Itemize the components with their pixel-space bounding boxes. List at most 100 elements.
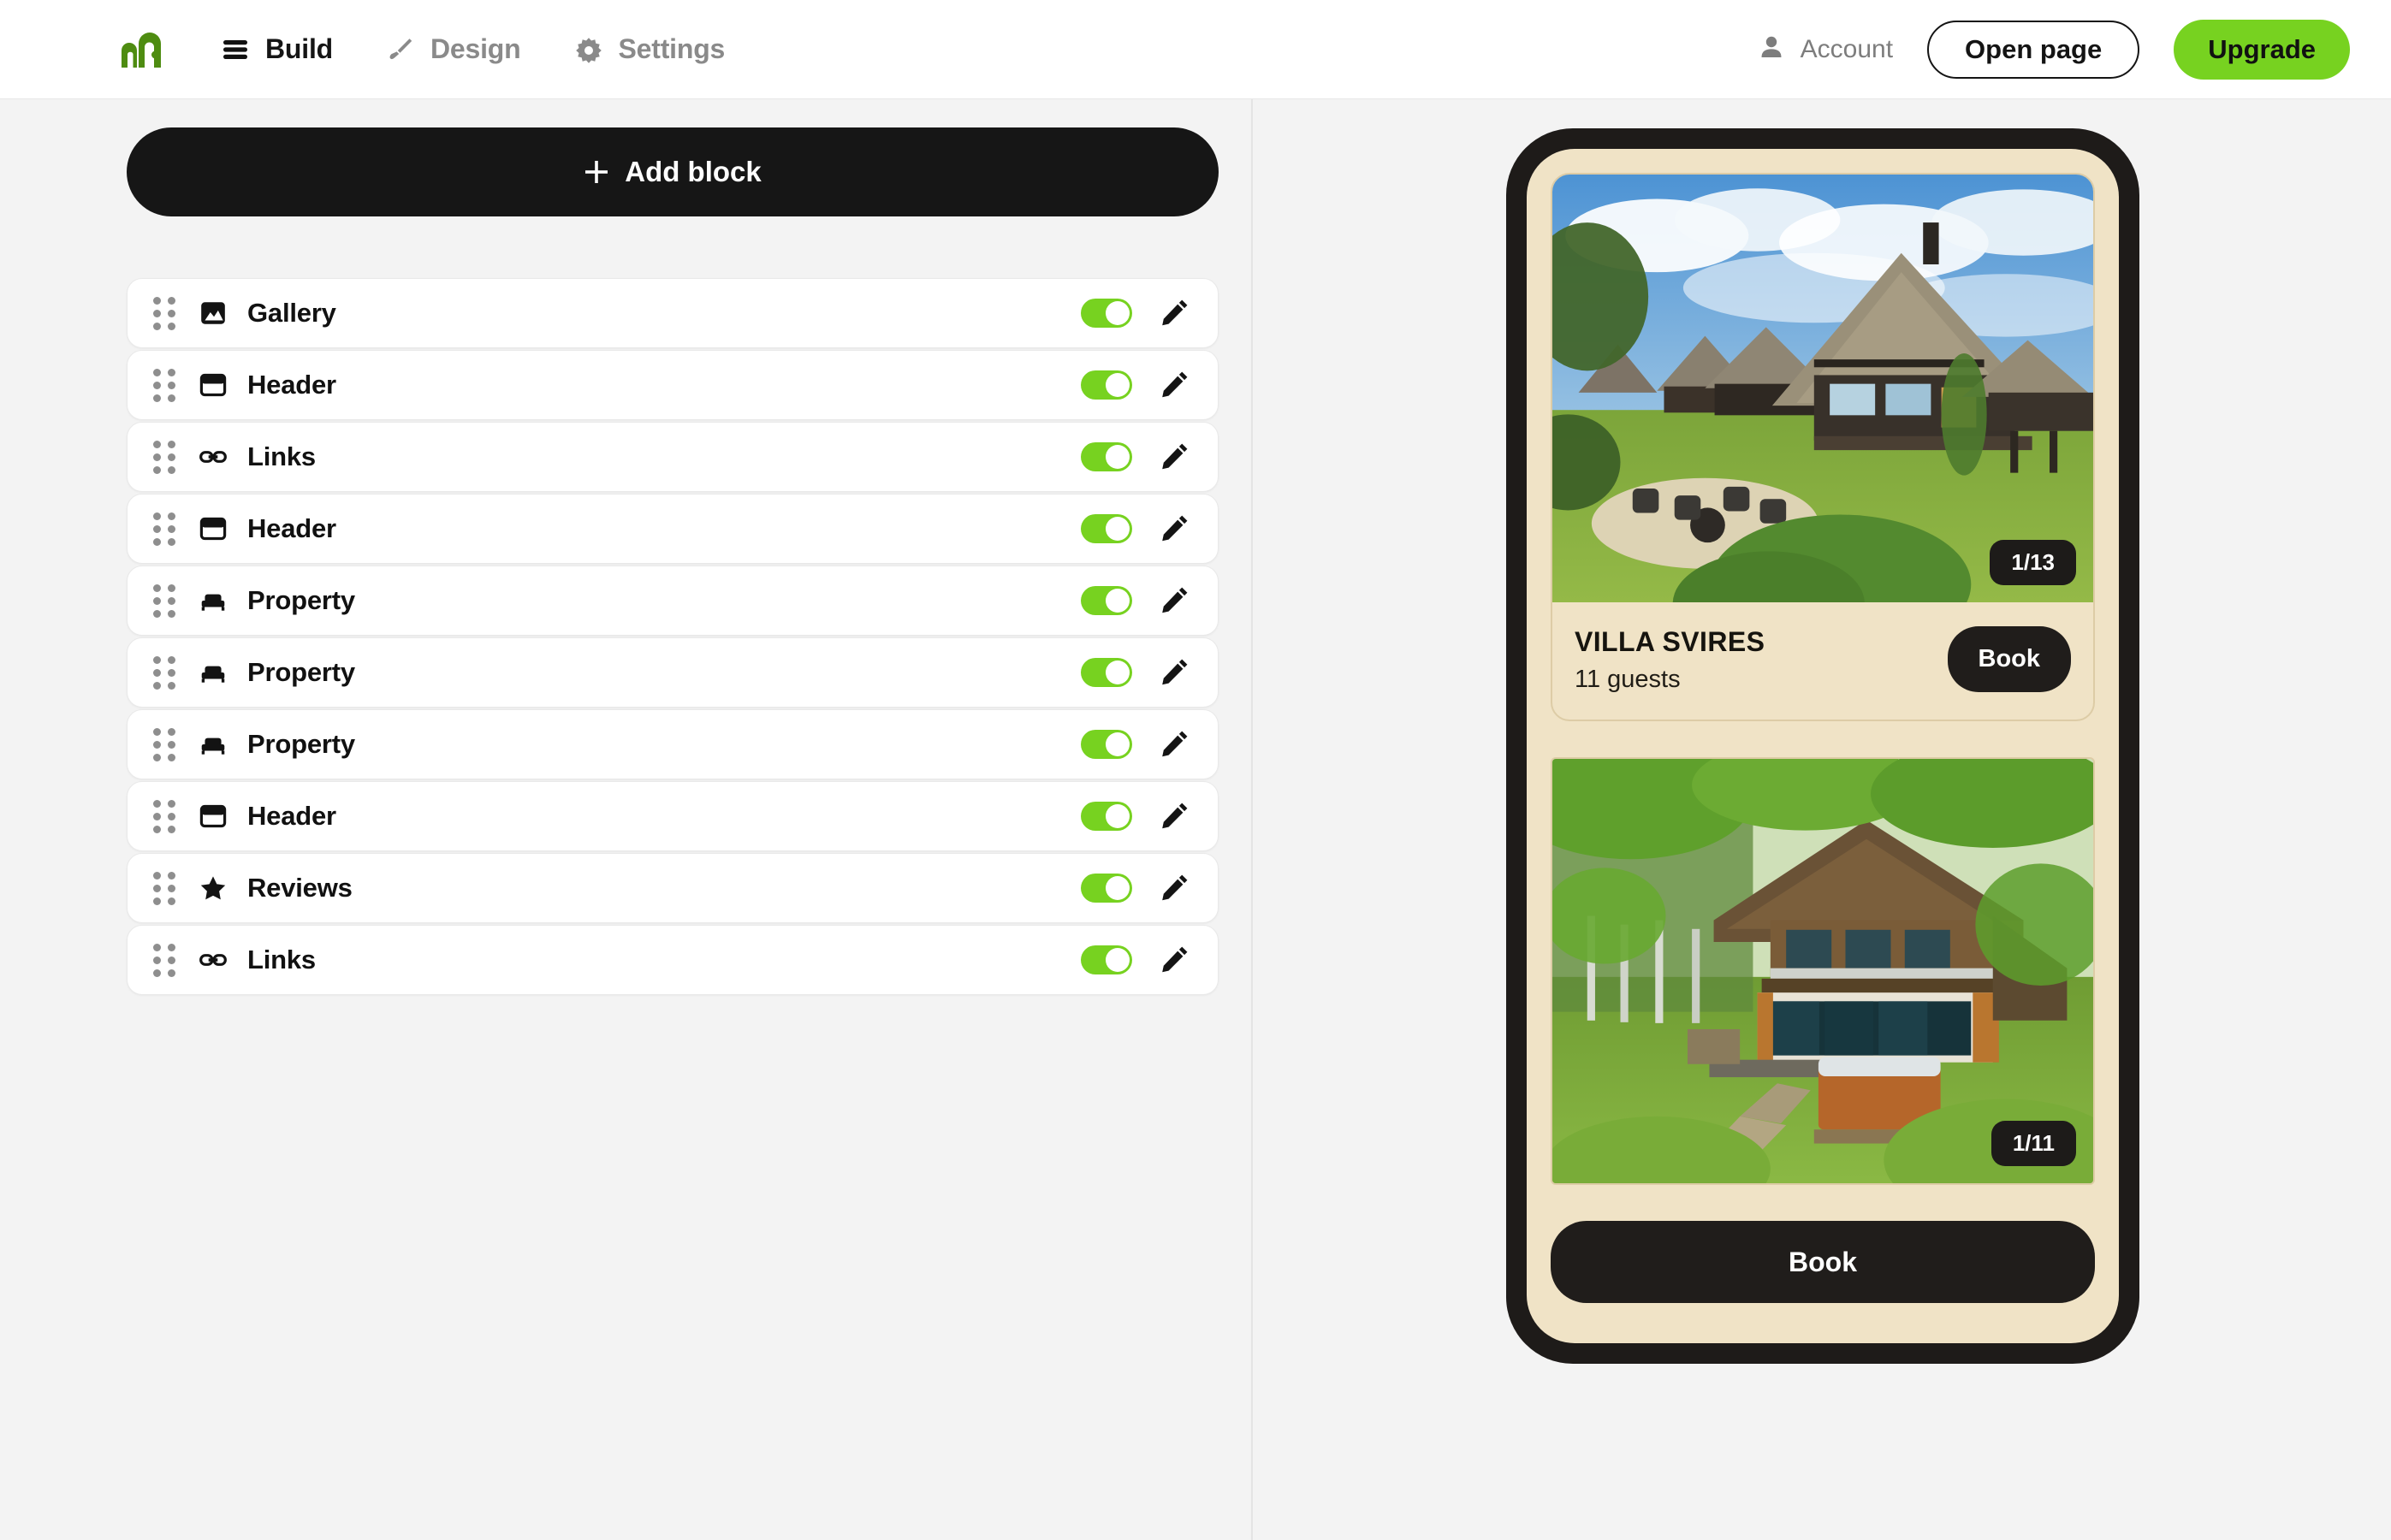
drag-handle-icon[interactable] xyxy=(153,368,175,402)
block-list: Gallery Header Links Header Property Property… xyxy=(127,278,1219,996)
block-label: Property xyxy=(247,657,355,687)
preview-panel: 1/13 VILLA SVIRES 11 guests Book 1/11 Bo… xyxy=(1253,99,2391,1540)
block-row-actions xyxy=(1081,440,1192,474)
image-icon xyxy=(198,298,228,329)
pencil-icon xyxy=(1160,872,1190,905)
block-row[interactable]: Links xyxy=(127,422,1219,492)
block-row[interactable]: Header xyxy=(127,350,1219,420)
block-row-actions xyxy=(1081,943,1192,977)
property-photo[interactable]: 1/13 xyxy=(1552,175,2093,602)
toggle-knob xyxy=(1106,948,1130,972)
bed-icon xyxy=(198,585,228,616)
property-photo-secondary[interactable]: 1/11 xyxy=(1551,757,2095,1185)
link-icon xyxy=(198,441,228,472)
pencil-icon xyxy=(1160,800,1190,833)
block-row[interactable]: Links xyxy=(127,925,1219,995)
block-row[interactable]: Header xyxy=(127,494,1219,564)
drag-handle-icon[interactable] xyxy=(153,871,175,905)
block-visibility-toggle[interactable] xyxy=(1081,514,1132,543)
account-menu[interactable]: Account xyxy=(1758,33,1893,65)
toggle-knob xyxy=(1106,732,1130,756)
nav-item-design-label: Design xyxy=(430,33,521,64)
block-visibility-toggle[interactable] xyxy=(1081,945,1132,974)
add-block-button[interactable]: Add block xyxy=(127,127,1219,216)
block-visibility-toggle[interactable] xyxy=(1081,299,1132,328)
nav-item-build[interactable]: Build xyxy=(221,33,333,65)
nav-item-settings[interactable]: Settings xyxy=(574,33,725,65)
block-visibility-toggle[interactable] xyxy=(1081,874,1132,903)
edit-block-button[interactable] xyxy=(1158,440,1192,474)
property-title: VILLA SVIRES xyxy=(1575,626,1765,657)
edit-block-button[interactable] xyxy=(1158,512,1192,546)
edit-block-button[interactable] xyxy=(1158,799,1192,833)
plus-icon xyxy=(584,159,609,185)
block-row[interactable]: Property xyxy=(127,566,1219,636)
edit-block-button[interactable] xyxy=(1158,727,1192,761)
drag-handle-icon[interactable] xyxy=(153,512,175,546)
drag-handle-icon[interactable] xyxy=(153,655,175,690)
edit-block-button[interactable] xyxy=(1158,296,1192,330)
photo-counter: 1/13 xyxy=(1990,540,2076,585)
block-row-actions xyxy=(1081,583,1192,618)
drag-handle-icon[interactable] xyxy=(153,296,175,330)
block-row[interactable]: Property xyxy=(127,709,1219,779)
toggle-knob xyxy=(1106,876,1130,900)
hamburger-icon xyxy=(221,35,250,64)
nav-item-design[interactable]: Design xyxy=(386,33,521,65)
phone-mockup: 1/13 VILLA SVIRES 11 guests Book 1/11 Bo… xyxy=(1506,128,2139,1364)
block-row-actions xyxy=(1081,727,1192,761)
top-bar: Build Design Settings Account Open page … xyxy=(0,0,2391,99)
pencil-icon xyxy=(1160,369,1190,402)
open-page-button[interactable]: Open page xyxy=(1927,20,2140,79)
drag-handle-icon[interactable] xyxy=(153,440,175,474)
paintbrush-icon xyxy=(386,35,415,64)
star-icon xyxy=(198,873,228,903)
account-label: Account xyxy=(1800,34,1894,63)
block-row[interactable]: Header xyxy=(127,781,1219,851)
block-label: Property xyxy=(247,729,355,759)
block-row[interactable]: Reviews xyxy=(127,853,1219,923)
block-row[interactable]: Property xyxy=(127,637,1219,708)
pencil-icon xyxy=(1160,512,1190,546)
edit-block-button[interactable] xyxy=(1158,871,1192,905)
gear-icon xyxy=(574,35,603,64)
user-icon xyxy=(1758,33,1785,65)
block-row-actions xyxy=(1081,296,1192,330)
villa-photo-illustration xyxy=(1552,175,2093,602)
drag-handle-icon[interactable] xyxy=(153,583,175,618)
app-logo[interactable] xyxy=(115,23,168,76)
block-label: Links xyxy=(247,441,316,471)
block-visibility-toggle[interactable] xyxy=(1081,442,1132,471)
block-visibility-toggle[interactable] xyxy=(1081,802,1132,831)
block-visibility-toggle[interactable] xyxy=(1081,586,1132,615)
block-label: Header xyxy=(247,370,336,400)
toggle-knob xyxy=(1106,589,1130,613)
edit-block-button[interactable] xyxy=(1158,655,1192,690)
drag-handle-icon[interactable] xyxy=(153,727,175,761)
block-visibility-toggle[interactable] xyxy=(1081,730,1132,759)
toggle-knob xyxy=(1106,373,1130,397)
block-row[interactable]: Gallery xyxy=(127,278,1219,348)
upgrade-button[interactable]: Upgrade xyxy=(2174,19,2350,80)
pencil-icon xyxy=(1160,441,1190,474)
top-bar-actions: Account Open page Upgrade xyxy=(1758,19,2350,80)
drag-handle-icon[interactable] xyxy=(153,799,175,833)
edit-block-button[interactable] xyxy=(1158,943,1192,977)
property-guests: 11 guests xyxy=(1575,666,1681,693)
property-card[interactable]: 1/13 VILLA SVIRES 11 guests Book xyxy=(1551,173,2095,721)
pencil-icon xyxy=(1160,728,1190,761)
edit-block-button[interactable] xyxy=(1158,368,1192,402)
book-button[interactable]: Book xyxy=(1947,626,2071,692)
block-visibility-toggle[interactable] xyxy=(1081,370,1132,400)
block-visibility-toggle[interactable] xyxy=(1081,658,1132,687)
toggle-knob xyxy=(1106,445,1130,469)
property-card-body: VILLA SVIRES 11 guests Book xyxy=(1552,602,2093,720)
drag-handle-icon[interactable] xyxy=(153,943,175,977)
edit-block-button[interactable] xyxy=(1158,583,1192,618)
arch-house-logo-icon xyxy=(122,32,161,68)
book-button-full[interactable]: Book xyxy=(1551,1221,2095,1303)
block-row-actions xyxy=(1081,655,1192,690)
block-row-actions xyxy=(1081,368,1192,402)
pencil-icon xyxy=(1160,297,1190,330)
pencil-icon xyxy=(1160,584,1190,618)
